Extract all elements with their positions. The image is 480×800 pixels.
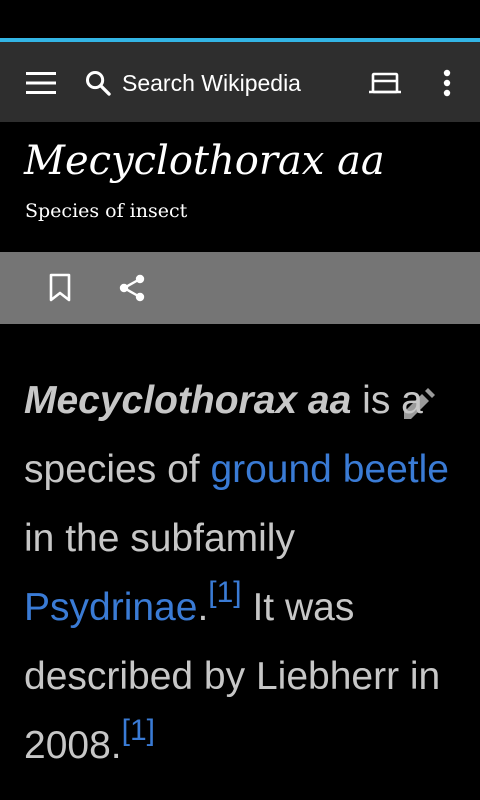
article-body: Mecyclothorax aa is a species of ground … [24, 366, 454, 780]
reference-link-1[interactable]: [1] [208, 576, 241, 609]
menu-button[interactable] [18, 60, 64, 106]
search-placeholder: Search Wikipedia [122, 69, 301, 96]
article-action-bar [0, 252, 480, 324]
more-vertical-icon [443, 69, 451, 97]
top-toolbar: Search Wikipedia [0, 42, 480, 122]
page-title: Mecyclothorax aa [24, 138, 385, 184]
reading-lists-icon [369, 72, 401, 94]
reference-link-2[interactable]: [1] [122, 714, 155, 747]
page-description: Species of insect [25, 200, 188, 222]
status-bar [0, 0, 480, 38]
article-subject: Mecyclothorax aa [24, 379, 352, 422]
app-screen: Search Wikipedia Mecyclothorax aa Specie… [0, 0, 480, 800]
search-bar[interactable]: Search Wikipedia [84, 60, 334, 106]
save-bookmark-button[interactable] [36, 264, 84, 312]
reading-lists-button[interactable] [360, 60, 410, 106]
hamburger-menu-icon [26, 72, 56, 94]
body-text-2: in the subfamily [24, 517, 295, 560]
article-header: Mecyclothorax aa Species of insect [0, 122, 480, 252]
bookmark-icon [49, 273, 71, 302]
search-icon [85, 70, 111, 96]
link-ground-beetle[interactable]: ground beetle [210, 448, 449, 491]
body-text-3: . [197, 586, 209, 629]
overflow-menu-button[interactable] [426, 60, 468, 106]
share-icon [119, 274, 145, 302]
share-button[interactable] [108, 264, 156, 312]
link-psydrinae[interactable]: Psydrinae [24, 586, 197, 629]
